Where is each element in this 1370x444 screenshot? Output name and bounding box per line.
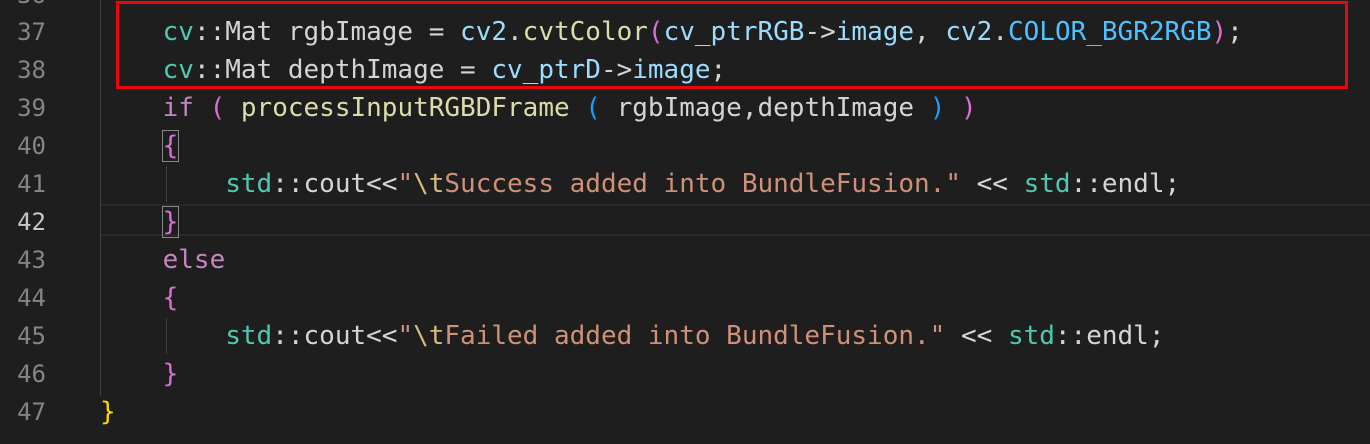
line-number: 45: [17, 322, 46, 350]
line-number: 41: [17, 170, 46, 198]
code-token: Success added into BundleFusion.": [444, 169, 961, 199]
code-token: <<: [945, 321, 1008, 351]
code-text: else: [100, 241, 226, 279]
code-token: std: [1023, 169, 1071, 199]
code-text: if ( processInputRGBDFrame ( rgbImage,de…: [100, 89, 977, 127]
line-number: 44: [17, 284, 46, 312]
code-token: }: [162, 359, 179, 389]
code-text: }: [100, 393, 116, 431]
code-token: \t: [413, 169, 445, 199]
matched-bracket: {: [161, 130, 180, 162]
code-line-41[interactable]: 41 std::cout<<"\tSuccess added into Bund…: [0, 165, 1370, 203]
code-token: rgbImage,depthImage: [600, 93, 930, 123]
line-number: 36: [0, 0, 46, 14]
code-token: ): [929, 93, 946, 123]
red-highlight-box: [116, 1, 1348, 89]
code-text: std::cout<<"\tSuccess added into BundleF…: [100, 165, 1180, 203]
line-number: 43: [17, 246, 46, 274]
code-editor[interactable]: 36 37 cv::Mat rgbImage = cv2.cvtColor(cv…: [0, 0, 1370, 444]
code-line-43[interactable]: 43 else: [0, 241, 1370, 279]
code-line-47[interactable]: 47}: [0, 393, 1370, 431]
code-line-46[interactable]: 46 }: [0, 355, 1370, 393]
code-text: }: [100, 203, 180, 241]
code-token: else: [162, 245, 226, 275]
line-number: 38: [17, 56, 46, 84]
code-token: std: [225, 169, 273, 199]
code-token: <<: [960, 169, 1024, 199]
line-number: 46: [17, 360, 46, 388]
line-number: 40: [17, 132, 46, 160]
code-token: std: [225, 321, 273, 351]
code-token: (: [585, 93, 601, 123]
matched-bracket: }: [161, 206, 180, 238]
code-line-40[interactable]: 40 {: [0, 127, 1370, 165]
line-number: 42: [17, 208, 46, 236]
code-token: ": [397, 169, 414, 199]
code-line-42[interactable]: 42 }: [0, 203, 1370, 241]
code-token: ": [397, 321, 414, 351]
line-number: 37: [17, 18, 46, 46]
code-text: {: [100, 279, 179, 317]
code-token: Failed added into BundleFusion.": [444, 321, 946, 351]
code-token: ::endl;: [1070, 169, 1181, 199]
code-token: }: [100, 397, 116, 427]
line-number: 39: [17, 94, 46, 122]
code-token: \t: [413, 321, 445, 351]
code-token: ::endl;: [1054, 321, 1165, 351]
code-text: std::cout<<"\tFailed added into BundleFu…: [100, 317, 1164, 355]
code-text: }: [100, 355, 179, 393]
code-token: ::cout<<: [272, 169, 398, 199]
code-text: {: [100, 127, 180, 165]
code-token: {: [162, 283, 179, 313]
code-line-39[interactable]: 39 if ( processInputRGBDFrame ( rgbImage…: [0, 89, 1370, 127]
code-token: ::cout<<: [272, 321, 398, 351]
code-token: if: [162, 93, 194, 123]
code-token: std: [1007, 321, 1055, 351]
line-number: 47: [17, 398, 46, 426]
code-line-45[interactable]: 45 std::cout<<"\tFailed added into Bundl…: [0, 317, 1370, 355]
code-token: ): [961, 93, 977, 123]
code-token: processInputRGBDFrame: [240, 93, 570, 123]
code-line-44[interactable]: 44 {: [0, 279, 1370, 317]
code-token: (: [209, 93, 226, 123]
